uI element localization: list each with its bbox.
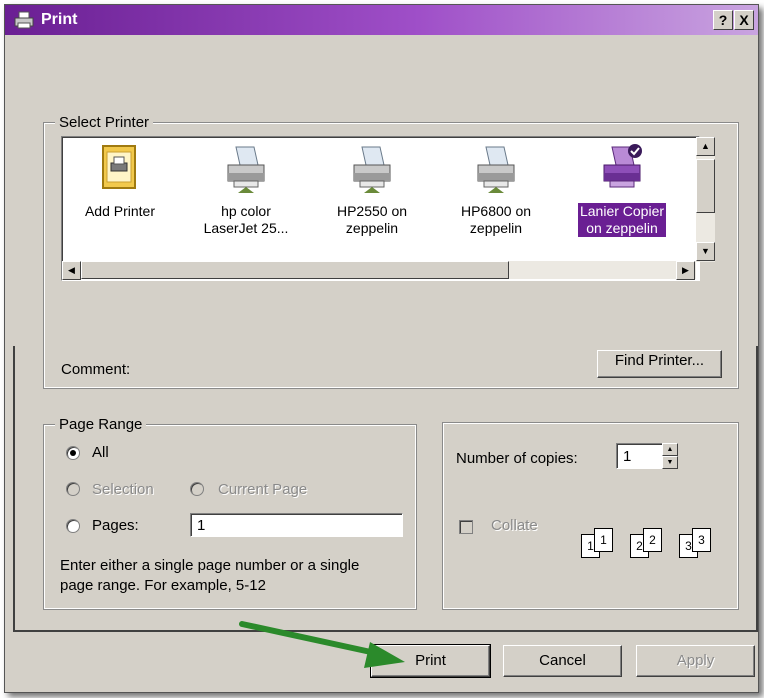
collate-label: Collate bbox=[491, 517, 538, 534]
number-of-copies-label: Number of copies: bbox=[456, 450, 578, 467]
printer-label: Lanier Copier on zeppelin bbox=[577, 203, 667, 237]
close-button[interactable]: X bbox=[734, 10, 754, 30]
spin-down-icon[interactable]: ▼ bbox=[662, 456, 678, 469]
printer-item-lanier-copier[interactable]: Lanier Copier on zeppelin bbox=[564, 143, 680, 237]
printer-item-hp2550[interactable]: HP2550 on zeppelin bbox=[314, 143, 430, 237]
window-title: Print bbox=[41, 11, 78, 28]
page-range-hint: Enter either a single page number or a s… bbox=[60, 557, 360, 594]
printer-icon bbox=[227, 146, 265, 193]
all-radio[interactable] bbox=[66, 446, 80, 460]
selection-radio bbox=[66, 482, 80, 496]
cancel-button[interactable]: Cancel bbox=[503, 645, 622, 677]
scroll-right-icon[interactable]: ▶ bbox=[676, 261, 695, 280]
printer-label: HP6800 on zeppelin bbox=[460, 203, 532, 236]
printer-label: hp color LaserJet 25... bbox=[203, 203, 289, 236]
printer-item-hp6800[interactable]: HP6800 on zeppelin bbox=[438, 143, 554, 237]
pages-radio[interactable] bbox=[66, 519, 80, 533]
collate-page: 3 bbox=[692, 528, 711, 552]
add-printer-icon bbox=[102, 145, 136, 189]
collate-checkbox bbox=[459, 520, 473, 534]
printer-item-add-printer[interactable]: Add Printer bbox=[62, 143, 178, 220]
selection-label: Selection bbox=[92, 481, 154, 498]
horizontal-scroll-thumb[interactable] bbox=[81, 261, 509, 279]
printer-list-vertical-scrollbar[interactable]: ▲ ▼ bbox=[696, 137, 715, 262]
scroll-down-icon[interactable]: ▼ bbox=[696, 242, 715, 261]
print-button[interactable]: Print bbox=[370, 644, 491, 678]
printer-list[interactable]: Add Printer hp color LaserJet 25... HP255… bbox=[61, 136, 700, 281]
comment-label: Comment: bbox=[61, 361, 131, 378]
apply-button: Apply bbox=[636, 645, 755, 677]
find-printer-button[interactable]: Find Printer... bbox=[597, 350, 722, 378]
current-page-radio bbox=[190, 482, 204, 496]
page-range-legend: Page Range bbox=[55, 416, 147, 433]
scroll-up-icon[interactable]: ▲ bbox=[696, 137, 715, 156]
pages-label: Pages: bbox=[92, 517, 139, 534]
printer-item-hp-color-laserjet[interactable]: hp color LaserJet 25... bbox=[188, 143, 304, 237]
spin-up-icon[interactable]: ▲ bbox=[662, 443, 678, 456]
printer-list-horizontal-scrollbar[interactable]: ◀ ▶ bbox=[62, 261, 696, 280]
current-page-label: Current Page bbox=[218, 481, 308, 498]
all-label: All bbox=[92, 444, 109, 461]
printer-icon bbox=[353, 146, 391, 193]
printer-label: Add Printer bbox=[84, 203, 156, 219]
printer-label: HP2550 on zeppelin bbox=[336, 203, 408, 236]
title-bar[interactable]: Print ? X bbox=[5, 5, 758, 35]
copies-input[interactable]: 1 bbox=[616, 443, 663, 469]
vertical-scroll-thumb[interactable] bbox=[696, 159, 715, 213]
default-printer-icon bbox=[603, 144, 642, 188]
collate-page: 2 bbox=[643, 528, 662, 552]
collate-page: 1 bbox=[594, 528, 613, 552]
printer-app-icon bbox=[14, 11, 34, 29]
copies-spinner[interactable]: ▲ ▼ bbox=[662, 443, 678, 469]
pages-input[interactable]: 1 bbox=[190, 513, 403, 537]
printer-icon bbox=[477, 146, 515, 193]
help-button[interactable]: ? bbox=[713, 10, 733, 30]
select-printer-legend: Select Printer bbox=[55, 114, 154, 131]
scroll-left-icon[interactable]: ◀ bbox=[62, 261, 81, 280]
